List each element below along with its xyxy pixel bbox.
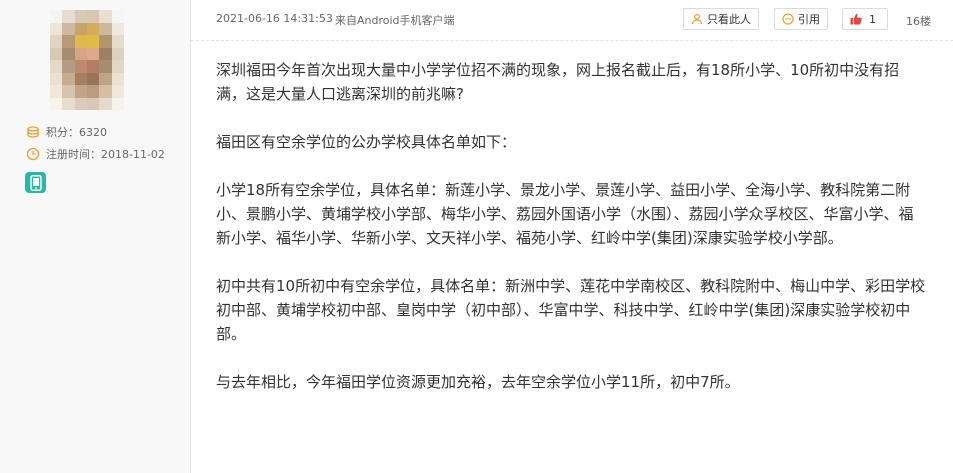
post-paragraph: 深圳福田今年首次出现大量中小学学位招不满的现象，网上报名截止后，有18所小学、1…	[216, 61, 900, 103]
post-time: 2021-06-16 14:31:53	[216, 12, 333, 25]
post-paragraph: 小学18所有空余学位，具体名单：新莲小学、景龙小学、景莲小学、益田小学、全海小学…	[216, 181, 914, 247]
post-paragraph: 初中共有10所初中有空余学位，具体名单：新洲中学、莲花中学南校区、教科院附中、梅…	[216, 277, 926, 343]
reg-date-label: 注册时间：2018-11-02	[46, 148, 165, 161]
user-icon	[691, 13, 703, 25]
points-label: 积分：6320	[46, 126, 107, 139]
only-author-button[interactable]: 只看此人	[683, 8, 759, 30]
post-content: 深圳福田今年首次出现大量中小学学位招不满的现象，网上报名截止后，有18所小学、1…	[216, 58, 928, 418]
post-header: 2021-06-16 14:31:53 来自Android手机客户端 只看此人 …	[191, 0, 953, 41]
post-paragraph: 福田区有空余学位的公办学校具体名单如下：	[216, 133, 517, 151]
user-sidebar: 积分：6320 注册时间：2018-11-02	[0, 0, 191, 473]
floor-number: 16楼	[906, 15, 931, 28]
post-paragraph: 与去年相比，今年福田学位资源更加充裕，去年空余学位小学11所，初中7所。	[216, 373, 740, 391]
quote-icon	[782, 13, 794, 25]
avatar[interactable]	[50, 10, 124, 110]
post-main: 2021-06-16 14:31:53 来自Android手机客户端 只看此人 …	[191, 0, 953, 473]
thumbs-up-icon	[850, 13, 862, 25]
like-count: 1	[869, 12, 876, 26]
post-frame: 积分：6320 注册时间：2018-11-02 2021-06-16 14:31…	[0, 0, 953, 473]
quote-label: 引用	[798, 13, 820, 26]
only-author-label: 只看此人	[707, 13, 751, 26]
quote-button[interactable]: 引用	[774, 8, 828, 30]
like-button[interactable]: 1	[842, 8, 888, 30]
post-client: 来自Android手机客户端	[335, 14, 455, 27]
coins-icon	[27, 126, 39, 138]
points-row: 积分：6320	[26, 124, 107, 140]
clock-icon	[26, 147, 40, 161]
mobile-phone-icon	[25, 172, 46, 193]
reg-row: 注册时间：2018-11-02	[26, 146, 165, 162]
